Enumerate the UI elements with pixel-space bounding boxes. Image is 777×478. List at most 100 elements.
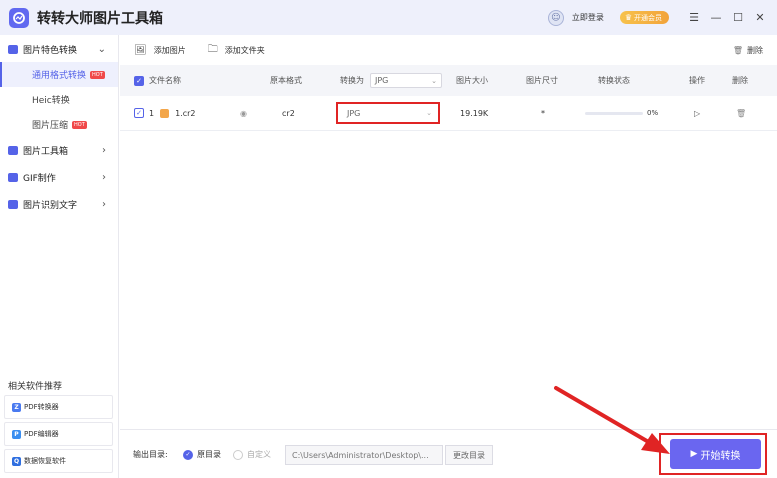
header-action: 操作 [689,76,705,85]
header-delete: 删除 [732,76,748,85]
related-label: PDF编辑器 [24,430,59,438]
sidebar-group-gif[interactable]: GIF制作 › [0,164,118,190]
row-index: 1 [149,108,155,118]
table-row: ✓ 1 1.cr2 ◉ cr2 JPG ⌄ 19.19K * 0% ▷ 🗑 [120,96,777,131]
app-title: 转转大师图片工具箱 [37,10,163,27]
header-size: 图片大小 [456,76,488,85]
sidebar-item-label: Heic转换 [32,96,70,106]
related-label: PDF转换器 [24,403,59,411]
sidebar-group-toolbox[interactable]: 图片工具箱 › [0,137,118,163]
related-label: 数据恢复软件 [24,457,66,465]
add-folder-button[interactable]: 🗀 添加文件夹 [208,42,265,59]
crown-icon: ♛ [624,13,632,22]
add-image-button[interactable]: 🖼 添加图片 [134,45,186,56]
related-pdf-converter[interactable]: Z PDF转换器 [4,395,113,419]
sidebar-group-label: 图片工具箱 [23,146,69,157]
ocr-icon [8,199,18,209]
sidebar-group-special-convert[interactable]: 图片特色转换 ⌄ [0,36,118,62]
row-size: 19.19K [460,108,489,118]
clear-label: 删除 [747,45,763,55]
start-convert-label: 开始转换 [700,450,741,462]
app-logo-icon [9,7,29,28]
header-orig-format: 原本格式 [270,76,302,85]
sidebar-item-general-format[interactable]: 通用格式转换 HOT [0,62,118,87]
radio-label: 自定义 [247,450,271,459]
header-name: 文件名称 [149,76,181,85]
trash-icon: 🗑 [732,45,743,55]
login-link[interactable]: 立即登录 [572,12,604,23]
row-dimensions: * [541,108,545,118]
pdf-converter-icon: Z [12,402,21,412]
sidebar-group-label: 图片识别文字 [23,200,78,211]
play-icon[interactable]: ▷ [694,96,700,130]
radio-custom-dir[interactable]: 自定义 [233,430,271,478]
progress-bar [585,111,643,115]
sidebar-item-heic[interactable]: Heic转换 [0,87,118,112]
gif-icon [8,172,18,182]
radio-original-dir[interactable]: ✓ 原目录 [183,430,221,478]
add-image-label: 添加图片 [153,45,186,55]
row-file-name: 1.cr2 [175,108,196,118]
clear-button[interactable]: 🗑 删除 [733,35,763,65]
sidebar-item-compress[interactable]: 图片压缩 HOT [0,112,118,137]
radio-checked-icon: ✓ [183,449,193,460]
change-dir-button[interactable]: 更改目录 [445,445,493,465]
toolbox-icon [8,145,18,155]
row-format-cell: JPG ⌄ [336,96,440,130]
sidebar-group-label: GIF制作 [23,173,56,184]
sidebar-group-ocr[interactable]: 图片识别文字 › [0,191,118,217]
radio-unchecked-icon [233,449,243,460]
toolbar: 🖼 添加图片 🗀 添加文件夹 🗑 删除 [120,35,777,65]
related-data-recovery[interactable]: Q 数据恢复软件 [4,449,113,473]
chevron-right-icon: › [102,198,106,210]
minimize-icon[interactable]: — [705,0,727,35]
output-dir-label: 输出目录: [133,450,168,459]
row-format-select[interactable]: JPG ⌄ [336,102,440,124]
row-checkbox-cell[interactable]: ✓ [134,96,144,130]
sidebar-item-label: 图片压缩 [32,121,69,131]
add-folder-label: 添加文件夹 [224,45,265,55]
batch-format-value: JPG [375,76,389,85]
header-select-all[interactable]: ✓ [134,65,144,96]
related-pdf-editor[interactable]: P PDF编辑器 [4,422,113,446]
row-format-value: JPG [347,108,361,118]
select-all-checkbox[interactable]: ✓ [134,75,144,86]
chevron-down-icon: ⌄ [426,109,432,117]
related-title: 相关软件推荐 [8,382,63,392]
start-convert-button[interactable]: ▶ 开始转换 [670,439,761,469]
row-progress-text: 0% [647,109,659,117]
row-orig-format: cr2 [282,108,295,118]
file-thumbnail-icon [160,108,170,118]
avatar-icon[interactable]: ☺ [547,9,564,26]
header-status: 转换状态 [598,76,630,85]
sidebar: 图片特色转换 ⌄ 通用格式转换 HOT Heic转换 图片压缩 HOT 图片工具… [0,35,119,478]
data-recovery-icon: Q [12,456,21,466]
folder-icon: 🗀 [207,43,218,55]
table-header: ✓ 文件名称 原本格式 转换为 JPG ⌄ 图片大小 图片尺寸 转换状态 操作 … [120,65,777,96]
hot-badge: HOT [72,120,87,129]
radio-label: 原目录 [197,450,221,459]
sidebar-item-label: 通用格式转换 [32,71,87,81]
vip-button[interactable]: ♛ 开通会员 [619,11,669,24]
title-bar: 转转大师图片工具箱 ☺ 立即登录 ♛ 开通会员 ☰ — ☐ ✕ [0,0,777,35]
image-icon: 🖼 [134,44,147,56]
row-checkbox[interactable]: ✓ [134,108,144,118]
vip-label: 开通会员 [634,13,662,22]
menu-icon[interactable]: ☰ [683,0,705,35]
close-icon[interactable]: ✕ [749,0,771,35]
header-dimensions: 图片尺寸 [526,76,558,85]
row-file-cell: 1 1.cr2 [149,96,196,130]
maximize-icon[interactable]: ☐ [727,0,749,35]
header-convert-to-label: 转换为 [340,76,364,85]
trash-icon[interactable]: 🗑 [736,96,746,130]
chevron-down-icon: ⌄ [431,76,437,85]
output-path-input[interactable]: C:\Users\Administrator\Desktop\... [285,445,443,465]
header-convert-to: 转换为 JPG ⌄ [340,65,442,96]
play-icon: ▶ [690,449,698,459]
image-convert-icon [8,44,18,54]
batch-format-select[interactable]: JPG ⌄ [370,73,442,88]
hot-badge: HOT [90,70,105,79]
preview-eye-icon[interactable]: ◉ [240,96,247,130]
row-progress-cell: 0% [585,96,658,130]
sidebar-group-label: 图片特色转换 [23,45,78,56]
